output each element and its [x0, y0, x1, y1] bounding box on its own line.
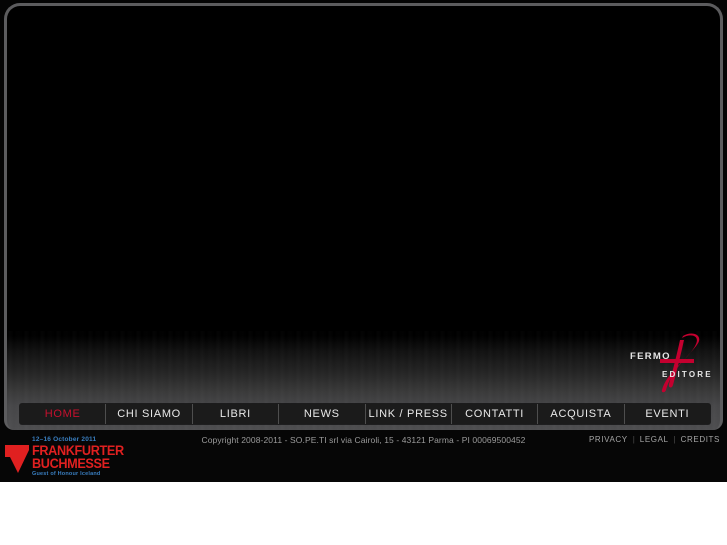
brand-logo-svg: FERMO EDITORE: [630, 333, 713, 393]
nav-item-label: LINK / PRESS: [368, 408, 448, 420]
nav-item-label: ACQUISTA: [550, 408, 612, 420]
nav-item-label: EVENTI: [645, 408, 690, 420]
nav-item-contatti[interactable]: CONTATTI: [451, 404, 539, 424]
footer-link-privacy[interactable]: PRIVACY: [584, 435, 633, 444]
nav-item-link-press[interactable]: LINK / PRESS: [365, 404, 452, 424]
nav-item-chi-siamo[interactable]: CHI SIAMO: [106, 404, 193, 424]
site-container: FERMO EDITORE HOME CHI SIAMO LIBRI NEWS …: [0, 0, 727, 482]
buchmesse-line2: BUCHMESSE: [32, 456, 110, 471]
nav-item-label: LIBRI: [219, 408, 251, 420]
buchmesse-guest-of-honour: Guest of Honour Iceland: [32, 471, 101, 477]
site-footer: 12–16 October 2011 FRANKFURTER BUCHMESSE…: [0, 430, 727, 482]
brand-name-secondary: EDITORE: [662, 370, 713, 379]
nav-item-label: NEWS: [303, 408, 340, 420]
brand-monogram-icon: [660, 333, 700, 393]
nav-item-news[interactable]: NEWS: [279, 404, 366, 424]
brand-logo[interactable]: FERMO EDITORE: [620, 332, 724, 394]
footer-legal-links[interactable]: PRIVACY | LEGAL | CREDITS: [584, 435, 725, 444]
nav-item-label: CHI SIAMO: [117, 408, 181, 420]
nav-item-label: HOME: [44, 408, 81, 420]
nav-item-label: CONTATTI: [465, 408, 525, 420]
footer-link-legal[interactable]: LEGAL: [635, 435, 674, 444]
main-navigation[interactable]: HOME CHI SIAMO LIBRI NEWS LINK / PRESS C…: [20, 404, 710, 424]
brand-name-primary: FERMO: [630, 351, 671, 362]
nav-item-eventi[interactable]: EVENTI: [624, 404, 710, 424]
nav-item-libri[interactable]: LIBRI: [192, 404, 280, 424]
nav-item-acquista[interactable]: ACQUISTA: [538, 404, 625, 424]
footer-link-credits[interactable]: CREDITS: [676, 435, 725, 444]
page-root: FERMO EDITORE HOME CHI SIAMO LIBRI NEWS …: [0, 0, 727, 545]
hero-stage: [4, 3, 723, 430]
nav-item-home[interactable]: HOME: [20, 404, 107, 424]
buchmesse-arrow-icon: [5, 445, 29, 473]
